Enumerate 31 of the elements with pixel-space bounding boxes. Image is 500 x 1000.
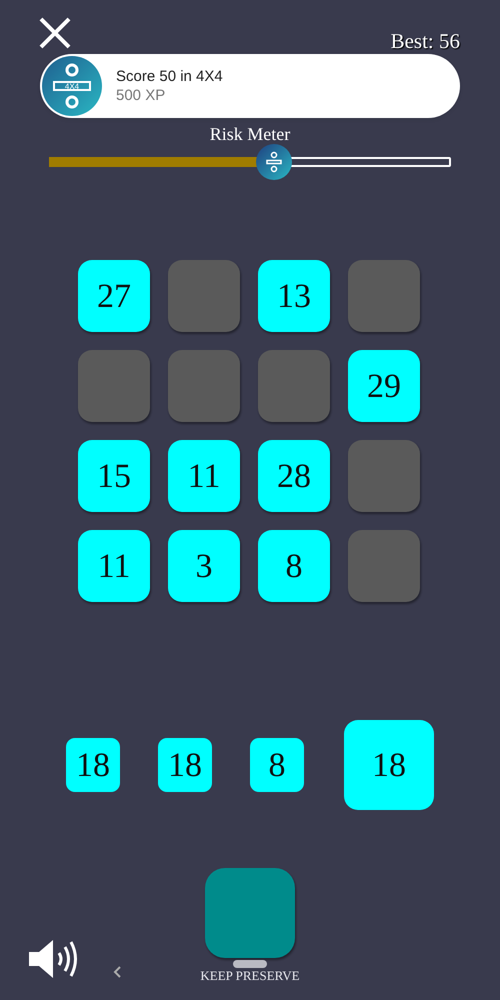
number-tile[interactable]: 29 — [348, 350, 420, 422]
empty-tile[interactable] — [168, 350, 240, 422]
queue-tile[interactable]: 18 — [66, 738, 120, 792]
empty-tile[interactable] — [258, 350, 330, 422]
best-score: Best: 56 — [390, 28, 460, 55]
number-tile[interactable]: 8 — [258, 530, 330, 602]
risk-meter-label: Risk Meter — [210, 124, 290, 144]
empty-tile[interactable] — [348, 440, 420, 512]
back-icon[interactable] — [112, 965, 122, 979]
number-tile[interactable]: 3 — [168, 530, 240, 602]
number-tile[interactable]: 13 — [258, 260, 330, 332]
empty-tile[interactable] — [168, 260, 240, 332]
close-button[interactable] — [38, 16, 72, 50]
preserve-button[interactable] — [205, 868, 295, 958]
queue-tile[interactable]: 8 — [250, 738, 304, 792]
number-tile[interactable]: 15 — [78, 440, 150, 512]
slider-thumb[interactable] — [256, 144, 292, 180]
number-tile[interactable]: 27 — [78, 260, 150, 332]
number-tile[interactable]: 11 — [78, 530, 150, 602]
number-tile[interactable]: 11 — [168, 440, 240, 512]
next-tile[interactable]: 18 — [344, 720, 434, 810]
achievement-reward: 500 XP — [116, 86, 166, 106]
number-tile[interactable]: 28 — [258, 440, 330, 512]
empty-tile[interactable] — [348, 530, 420, 602]
preserve-label: KEEP PRESERVE — [200, 968, 300, 983]
achievement-badge: 4X4 — [42, 56, 102, 116]
empty-tile[interactable] — [78, 350, 150, 422]
achievement-title: Score 50 in 4X4 — [116, 66, 223, 86]
home-indicator[interactable] — [233, 960, 267, 968]
empty-tile[interactable] — [348, 260, 420, 332]
queue-tile[interactable]: 18 — [158, 738, 212, 792]
